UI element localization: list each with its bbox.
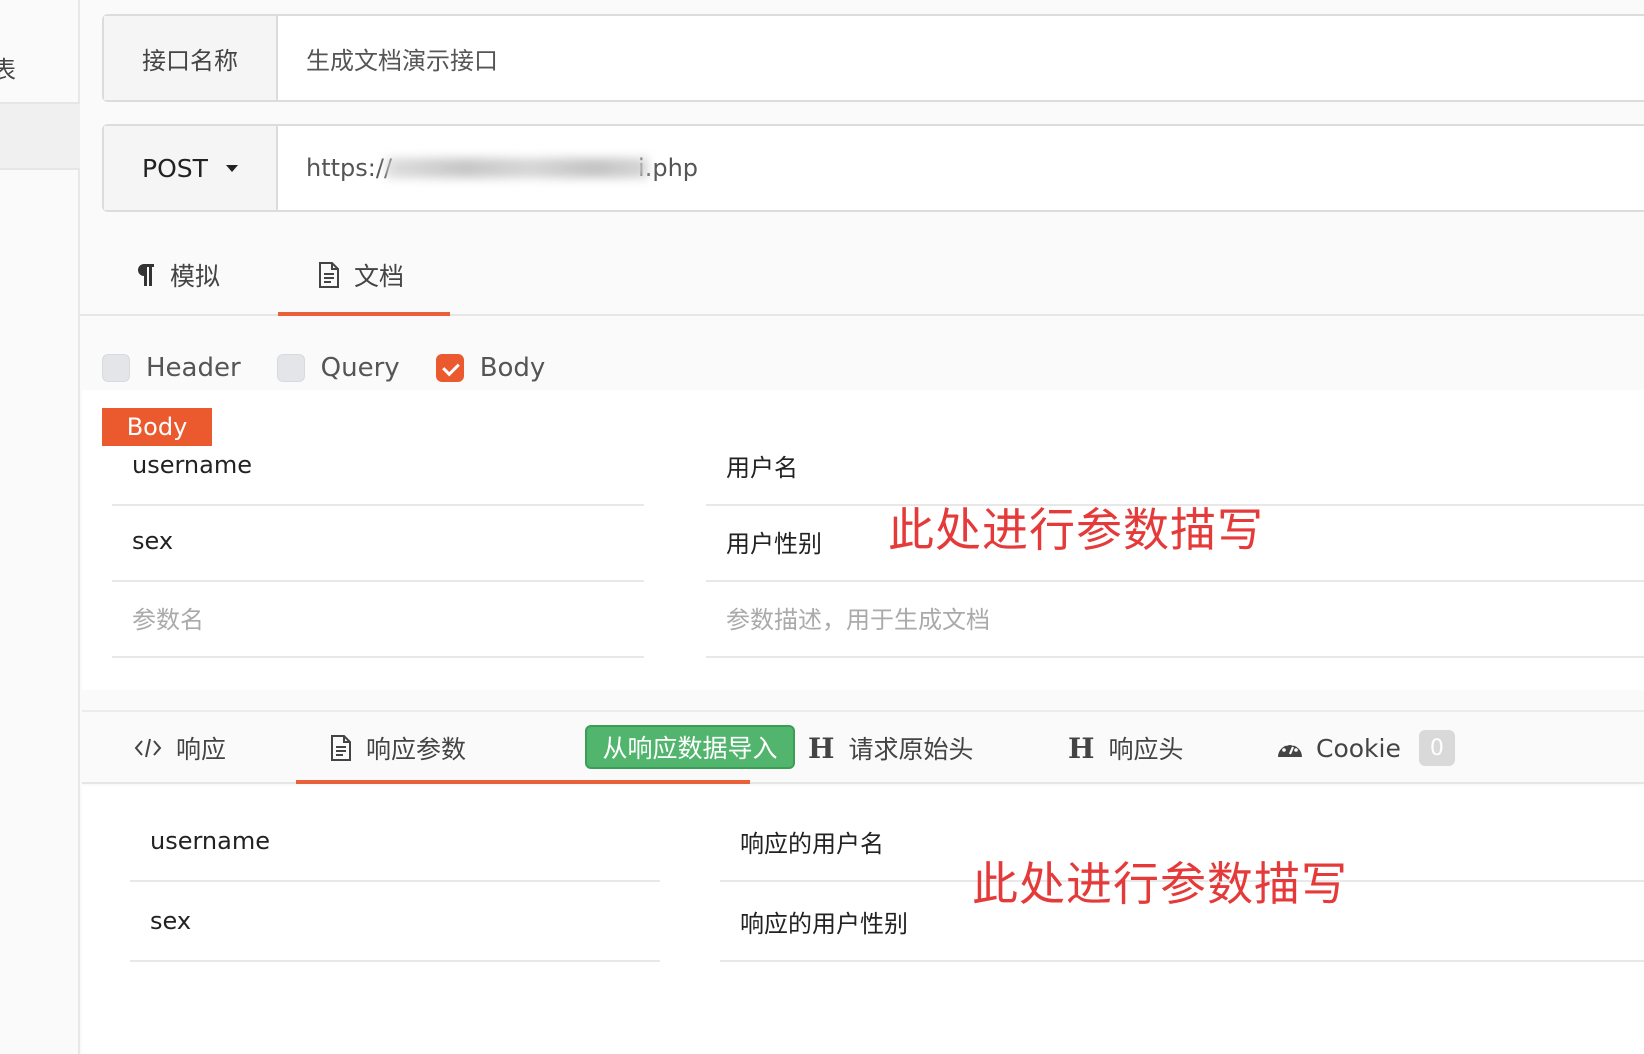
chevron-down-icon [225,164,238,172]
import-from-response-button[interactable]: 从响应数据导入 [585,725,795,769]
code-icon [134,738,162,758]
header-icon: H [1068,731,1095,765]
query-checkbox-label: Query [320,353,400,383]
param-name-placeholder[interactable]: 参数名 [112,578,644,658]
tab-mock-label: 模拟 [170,262,221,291]
tab-response-params-underline [296,780,750,784]
body-checkbox[interactable]: Body [435,353,546,383]
annotation-text: 此处进行参数描写 [888,503,1264,557]
paragraph-icon [138,264,154,286]
response-tabs: 响应 响应参数 从响应数据导入 H 请求原始头 H 响应头 Cookie 0 [82,710,1644,784]
tab-response-headers[interactable]: H 响应头 [1068,712,1183,784]
tab-mock[interactable]: 模拟 [136,236,220,314]
body-checkbox-label: Body [479,353,546,383]
api-name-input[interactable]: 生成文档演示接口 [306,16,498,100]
tab-doc-underline [278,312,450,316]
header-icon: H [808,731,835,765]
response-param-name-input[interactable]: sex [130,882,660,962]
header-checkbox[interactable]: Header [102,353,241,383]
param-name-input[interactable]: sex [112,502,644,582]
response-param-name-input[interactable]: username [130,802,660,882]
dashboard-icon [1278,742,1302,757]
tab-raw-request-headers-label: 请求原始头 [848,735,974,764]
url-prefix: https:// [306,154,393,182]
tab-cookie[interactable]: Cookie 0 [1276,712,1455,784]
tab-doc[interactable]: 文档 [318,236,404,314]
query-checkbox-box[interactable] [276,354,305,382]
query-checkbox[interactable]: Query [276,353,400,383]
sidebar: 表 [0,0,80,1054]
tab-response-label: 响应 [176,735,227,764]
tab-raw-request-headers[interactable]: H 请求原始头 [808,712,973,784]
param-type-checks: Header Query Body [102,346,581,390]
url-row: POST https:// i.php [102,124,1644,212]
main-tabs: 模拟 文档 [80,236,1644,316]
tab-doc-label: 文档 [354,262,405,291]
header-checkbox-label: Header [146,353,241,383]
method-select[interactable]: POST [104,126,278,210]
tab-response-params-label: 响应参数 [366,735,467,764]
header-checkbox-box[interactable] [102,354,130,382]
annotation-text: 此处进行参数描写 [972,857,1348,911]
body-checkbox-box[interactable] [435,354,464,382]
sidebar-item-label[interactable]: 表 [0,50,16,85]
document-icon [331,735,351,761]
param-name-input[interactable]: username [112,426,644,506]
sidebar-item-active[interactable] [0,104,80,170]
tab-response[interactable]: 响应 [134,712,226,784]
tab-cookie-label: Cookie [1316,733,1401,763]
param-desc-placeholder[interactable]: 参数描述，用于生成文档 [706,578,1644,658]
url-input[interactable]: https:// i.php [306,126,698,210]
cookie-count-badge: 0 [1418,730,1455,766]
api-name-label: 接口名称 [104,16,278,100]
method-label: POST [142,153,208,183]
url-redacted [386,158,649,178]
tab-response-params[interactable]: 响应参数 [330,712,466,784]
tab-response-headers-label: 响应头 [1108,735,1184,764]
api-name-row: 接口名称 生成文档演示接口 [102,14,1644,102]
document-icon [319,262,339,288]
